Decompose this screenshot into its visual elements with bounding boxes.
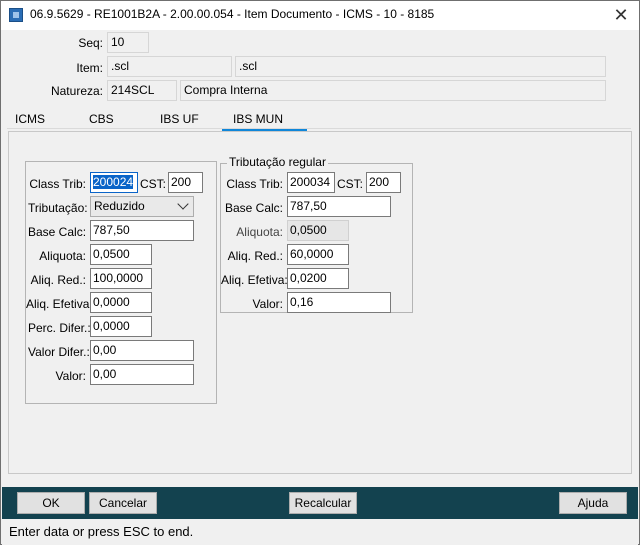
item-description-field[interactable]: .scl [235, 56, 606, 77]
perc-difer-label: Perc. Difer.: [28, 321, 91, 335]
ibs-mun-panel: Class Trib: 200024 CST: 200 Tributação: … [18, 145, 623, 463]
seq-label: Seq: [78, 36, 103, 50]
regular-aliq-efetiva-label: Aliq. Efetiva: [221, 273, 288, 287]
tab-ibs-mun[interactable]: IBS MUN [221, 112, 308, 132]
regular-cst-input[interactable]: 200 [366, 172, 401, 193]
base-calc-label: Base Calc: [28, 225, 87, 239]
seq-field[interactable]: 10 [107, 32, 149, 53]
close-icon: ✕ [613, 5, 629, 25]
tab-cbs[interactable]: CBS [89, 112, 114, 126]
aliq-red-label: Aliq. Red.: [30, 273, 86, 287]
regular-aliquota-label: Aliquota: [236, 225, 283, 239]
base-calc-input[interactable]: 787,50 [90, 220, 194, 241]
ibs-mun-group: Class Trib: 200024 CST: 200 Tributação: … [25, 161, 217, 404]
title-bar: 06.9.5629 - RE1001B2A - 2.00.00.054 - It… [1, 1, 639, 30]
aliq-efetiva-input[interactable]: 0,0000 [90, 292, 152, 313]
tributacao-select[interactable]: Reduzido [90, 196, 194, 217]
aliquota-input[interactable]: 0,0500 [90, 244, 152, 265]
natureza-description-field[interactable]: Compra Interna [180, 80, 606, 101]
tax-tabs: ICMS CBS IBS UF IBS MUN [7, 109, 631, 132]
tributacao-regular-title: Tributação regular [227, 155, 328, 169]
aliquota-label: Aliquota: [39, 249, 86, 263]
ok-button[interactable]: OK [17, 492, 85, 514]
valor-difer-label: Valor Difer.: [28, 345, 90, 359]
aliq-efetiva-label: Aliq. Efetiva: [26, 297, 93, 311]
regular-aliq-red-label: Aliq. Red.: [227, 249, 283, 263]
regular-aliq-efetiva-input[interactable]: 0,0200 [287, 268, 349, 289]
tab-icms[interactable]: ICMS [15, 112, 45, 126]
valor-input[interactable]: 0,00 [90, 364, 194, 385]
recalculate-button[interactable]: Recalcular [289, 492, 357, 514]
regular-valor-input[interactable]: 0,16 [287, 292, 391, 313]
class-trib-label: Class Trib: [29, 177, 86, 191]
valor-difer-input[interactable]: 0,00 [90, 340, 194, 361]
tab-ibs-uf[interactable]: IBS UF [160, 112, 199, 126]
regular-cst-label: CST: [337, 177, 364, 191]
regular-valor-label: Valor: [252, 297, 283, 311]
chevron-down-icon [177, 198, 189, 210]
class-trib-value: 200024 [93, 175, 134, 189]
regular-class-trib-label: Class Trib: [226, 177, 283, 191]
item-code-field[interactable]: .scl [107, 56, 232, 77]
natureza-label: Natureza: [50, 84, 103, 98]
cancel-button[interactable]: Cancelar [89, 492, 157, 514]
item-label: Item: [76, 61, 103, 75]
valor-label: Valor: [55, 369, 86, 383]
tributacao-regular-group: Tributação regular Class Trib: 200034 CS… [220, 155, 413, 313]
regular-base-calc-label: Base Calc: [224, 201, 283, 215]
footer-bar: OK Cancelar Recalcular Ajuda [2, 487, 638, 519]
regular-aliquota-input: 0,0500 [287, 220, 349, 241]
cst-input[interactable]: 200 [168, 172, 203, 193]
regular-aliq-red-input[interactable]: 60,0000 [287, 244, 349, 265]
perc-difer-input[interactable]: 0,0000 [90, 316, 152, 337]
aliq-red-input[interactable]: 100,0000 [90, 268, 152, 289]
cst-label: CST: [140, 177, 167, 191]
natureza-code-field[interactable]: 214SCL [107, 80, 177, 101]
tributacao-value: Reduzido [94, 199, 145, 213]
app-icon [9, 8, 23, 22]
status-text: Enter data or press ESC to end. [9, 524, 194, 539]
tab-content: Class Trib: 200024 CST: 200 Tributação: … [8, 131, 632, 474]
regular-base-calc-input[interactable]: 787,50 [287, 196, 391, 217]
class-trib-input[interactable]: 200024 [90, 172, 138, 193]
tributacao-label: Tributação: [28, 201, 88, 215]
regular-class-trib-input[interactable]: 200034 [287, 172, 335, 193]
item-header: Seq: 10 Item: .scl .scl Natureza: 214SCL… [7, 30, 631, 105]
status-bar: Enter data or press ESC to end. [2, 519, 638, 545]
window-title: 06.9.5629 - RE1001B2A - 2.00.00.054 - It… [30, 7, 435, 21]
close-button[interactable]: ✕ [609, 3, 633, 27]
help-button[interactable]: Ajuda [559, 492, 627, 514]
dialog-window: 06.9.5629 - RE1001B2A - 2.00.00.054 - It… [0, 0, 640, 545]
